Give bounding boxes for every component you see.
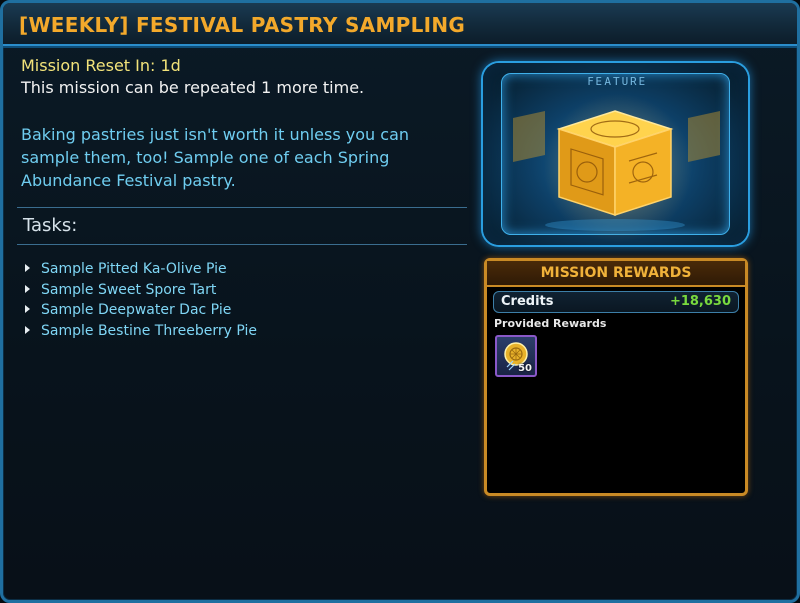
task-list: Sample Pitted Ka-Olive Pie Sample Sweet … [25,259,257,341]
tasks-header: Tasks: [23,215,78,236]
reward-quantity: 50 [518,363,532,374]
mission-window: [WEEKLY] FESTIVAL PASTRY SAMPLING Missio… [0,0,800,603]
mission-reset-text: Mission Reset In: 1d [21,56,181,75]
title-bar: [WEEKLY] FESTIVAL PASTRY SAMPLING [3,3,797,48]
task-item[interactable]: Sample Sweet Spore Tart [25,280,257,301]
task-item[interactable]: Sample Deepwater Dac Pie [25,300,257,321]
mission-repeat-text: This mission can be repeated 1 more time… [21,78,365,97]
credits-label: Credits [501,294,554,309]
task-label: Sample Deepwater Dac Pie [41,302,232,318]
divider-top [17,207,467,208]
reward-item-slot[interactable]: 50 [495,335,537,377]
bullet-arrow-icon [25,284,30,293]
divider-bottom [17,244,467,245]
rewards-header: MISSION REWARDS [487,261,745,287]
credits-row: Credits +18,630 [493,291,739,313]
mission-title: [WEEKLY] FESTIVAL PASTRY SAMPLING [19,13,466,37]
bullet-arrow-icon [25,264,30,272]
task-label: Sample Pitted Ka-Olive Pie [41,261,227,277]
mission-description: Baking pastries just isn't worth it unle… [21,125,410,190]
bullet-arrow-icon [25,305,30,313]
mission-details: Mission Reset In: 1d This mission can be… [21,55,469,192]
mission-rewards-panel: MISSION REWARDS Credits +18,630 Provided… [484,258,748,496]
task-label: Sample Sweet Spore Tart [41,281,217,298]
bullet-arrow-icon [25,325,30,334]
mission-image: ƎЯUTAƎꟻ [483,63,748,245]
task-label: Sample Bestine Threeberry Pie [41,322,258,339]
task-item[interactable]: Sample Pitted Ka-Olive Pie [25,259,257,280]
task-item[interactable]: Sample Bestine Threeberry Pie [25,321,257,342]
provided-rewards-label: Provided Rewards [494,317,607,330]
credits-value: +18,630 [669,294,731,309]
